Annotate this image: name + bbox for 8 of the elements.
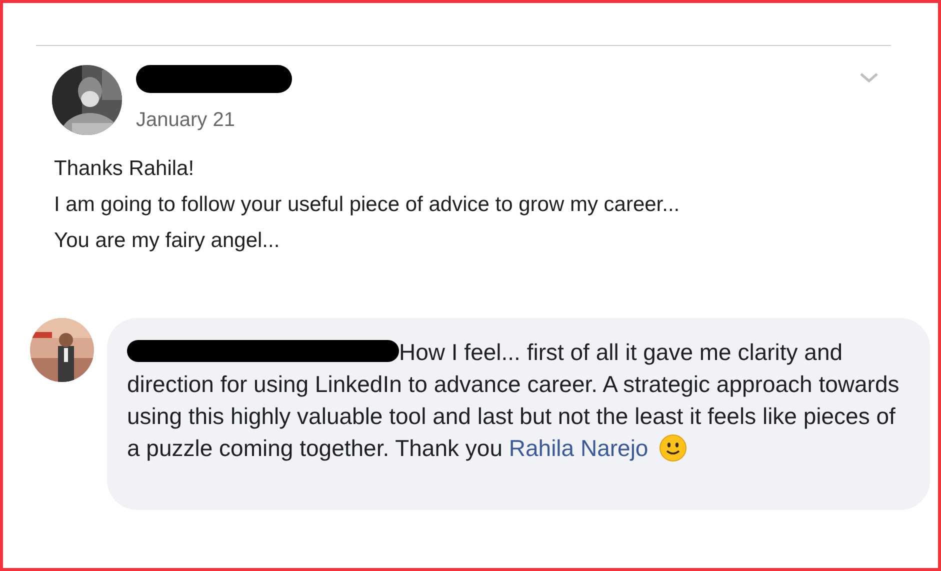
- smiley-icon: [658, 434, 687, 462]
- post-text: You are my fairy angel...: [54, 228, 281, 254]
- post-text: Thanks Rahila!: [54, 156, 196, 182]
- comment-text: How I feel... first of all it gave me clarity and direction for using LinkedIn to advance career. A strategic approach towards using this highly valuable tool and last but not the least it feels like pieces of a puzzle coming together. Thank you Rahila Narejo: [127, 338, 900, 464]
- post-text: I am going to follow your useful piece of advice to grow my career...: [54, 192, 680, 218]
- mention-link[interactable]: Rahila Narejo: [508, 435, 648, 461]
- post-date[interactable]: January 21: [136, 105, 292, 135]
- chevron-down-icon[interactable]: [858, 71, 880, 85]
